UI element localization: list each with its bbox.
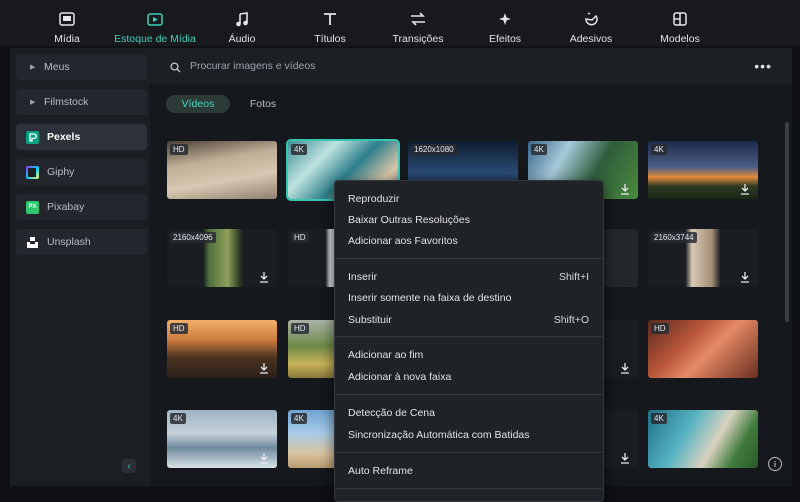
search-bar: •••	[150, 48, 792, 84]
download-icon[interactable]	[740, 182, 750, 195]
download-icon[interactable]	[259, 270, 269, 283]
download-icon[interactable]	[620, 182, 630, 195]
context-menu: Reproduzir Baixar Outras Resoluções Adic…	[334, 180, 604, 502]
media-thumbnail[interactable]: 2160x3744	[648, 229, 758, 287]
resolution-badge: 4K	[651, 413, 667, 424]
sidebar-item-label: Meus	[44, 61, 70, 73]
tab-titulos[interactable]: Títulos	[310, 0, 350, 46]
effects-sparkle-icon	[497, 8, 513, 30]
media-thumbnail[interactable]: 4K	[648, 141, 758, 199]
info-icon[interactable]: i	[768, 457, 782, 471]
chevron-left-icon: ‹	[127, 460, 131, 472]
transition-arrows-icon	[409, 8, 427, 30]
resolution-badge: 4K	[651, 144, 667, 155]
tab-audio[interactable]: Áudio	[222, 0, 262, 46]
giphy-logo-icon	[26, 165, 39, 179]
resolution-badge: HD	[291, 232, 309, 243]
resolution-badge: 4K	[170, 413, 186, 424]
more-options-icon[interactable]: •••	[754, 58, 772, 74]
pixabay-logo-icon: PX	[26, 200, 39, 214]
tab-fotos[interactable]: Fotos	[240, 95, 286, 113]
tab-estoque-de-midia[interactable]: Estoque de Mídia	[110, 0, 200, 46]
menu-item-sincronizacao-automatica[interactable]: Sincronização Automática com Batidas	[348, 426, 589, 444]
menu-separator	[335, 394, 603, 395]
sidebar-item-filmstock[interactable]: ▶ Filmstock	[16, 89, 147, 115]
expand-arrow-icon: ▶	[30, 64, 36, 71]
menu-item-adicionar-ao-fim[interactable]: Adicionar ao fim	[348, 346, 589, 364]
pexels-logo-icon	[26, 130, 39, 144]
music-note-icon	[235, 8, 249, 30]
resolution-badge: 2160x3744	[651, 232, 697, 243]
resolution-badge: 4K	[531, 144, 547, 155]
resolution-badge: 1620x1080	[411, 144, 457, 155]
sidebar-item-label: Pexels	[47, 131, 81, 143]
resolution-badge: HD	[291, 323, 309, 334]
download-icon[interactable]	[259, 451, 269, 464]
media-thumbnail[interactable]: HD	[167, 320, 277, 378]
search-icon	[170, 60, 181, 78]
expand-arrow-icon: ▶	[30, 99, 36, 106]
download-icon[interactable]	[620, 361, 630, 374]
menu-separator	[335, 258, 603, 259]
menu-item-adicionar-a-nova-faixa[interactable]: Adicionar à nova faixa	[348, 368, 589, 386]
sidebar-item-meus[interactable]: ▶ Meus	[16, 54, 147, 80]
menu-item-substituir[interactable]: Substituir Shift+O	[348, 311, 589, 329]
media-thumbnail[interactable]: HD	[167, 141, 277, 199]
sidebar: ▶ Meus ▶ Filmstock Pexels Giphy PX Pixab…	[10, 48, 150, 486]
tab-midia[interactable]: Mídia	[47, 0, 87, 46]
top-tab-bar: Mídia Estoque de Mídia Áudio Títulos Tra…	[0, 0, 800, 46]
menu-item-baixar-outras-resolucoes[interactable]: Baixar Outras Resoluções	[348, 211, 589, 229]
templates-icon	[673, 8, 687, 30]
download-icon[interactable]	[259, 361, 269, 374]
sidebar-item-pexels[interactable]: Pexels	[16, 124, 147, 150]
menu-item-adicionar-aos-favoritos[interactable]: Adicionar aos Favoritos	[348, 232, 589, 250]
tab-adesivos[interactable]: Adesivos	[566, 0, 616, 46]
media-thumbnail[interactable]: HD	[648, 320, 758, 378]
menu-item-inserir[interactable]: Inserir Shift+I	[348, 268, 589, 286]
sidebar-item-giphy[interactable]: Giphy	[16, 159, 147, 185]
menu-separator	[335, 452, 603, 453]
sidebar-item-label: Giphy	[47, 166, 75, 178]
sidebar-item-unsplash[interactable]: Unsplash	[16, 229, 147, 255]
scrollbar[interactable]	[785, 122, 789, 322]
resolution-badge: HD	[170, 144, 188, 155]
resolution-badge: 2160x4096	[170, 232, 216, 243]
menu-separator	[335, 488, 603, 489]
menu-item-reproduzir[interactable]: Reproduzir	[348, 190, 589, 208]
media-thumbnail[interactable]: 2160x4096	[167, 229, 277, 287]
download-icon[interactable]	[740, 270, 750, 283]
media-thumbnail[interactable]: 4K	[648, 410, 758, 468]
media-thumbnail[interactable]: 4K	[167, 410, 277, 468]
resolution-badge: HD	[170, 323, 188, 334]
stock-media-icon	[147, 8, 163, 30]
download-icon[interactable]	[620, 451, 630, 464]
menu-separator	[335, 336, 603, 337]
title-t-icon	[323, 8, 337, 30]
collapse-sidebar-button[interactable]: ‹	[122, 459, 136, 473]
resolution-badge: 4K	[291, 413, 307, 424]
sidebar-item-label: Unsplash	[47, 236, 91, 248]
resolution-badge: HD	[651, 323, 669, 334]
media-icon	[59, 8, 75, 30]
resolution-badge: 4K	[291, 144, 307, 155]
tab-transicoes[interactable]: Transições	[388, 0, 448, 46]
menu-item-auto-reframe[interactable]: Auto Reframe	[348, 462, 589, 480]
search-input[interactable]	[190, 57, 710, 75]
tab-videos[interactable]: Vídeos	[166, 95, 230, 113]
tab-modelos[interactable]: Modelos	[655, 0, 705, 46]
sticker-icon	[584, 8, 599, 30]
sidebar-item-label: Filmstock	[44, 96, 89, 108]
unsplash-logo-icon	[26, 236, 39, 249]
menu-item-inserir-somente-na-faixa[interactable]: Inserir somente na faixa de destino	[348, 289, 589, 307]
tab-efeitos[interactable]: Efeitos	[485, 0, 525, 46]
menu-item-deteccao-de-cena[interactable]: Detecção de Cena	[348, 404, 589, 422]
sidebar-item-label: Pixabay	[47, 201, 85, 213]
sidebar-item-pixabay[interactable]: PX Pixabay	[16, 194, 147, 220]
